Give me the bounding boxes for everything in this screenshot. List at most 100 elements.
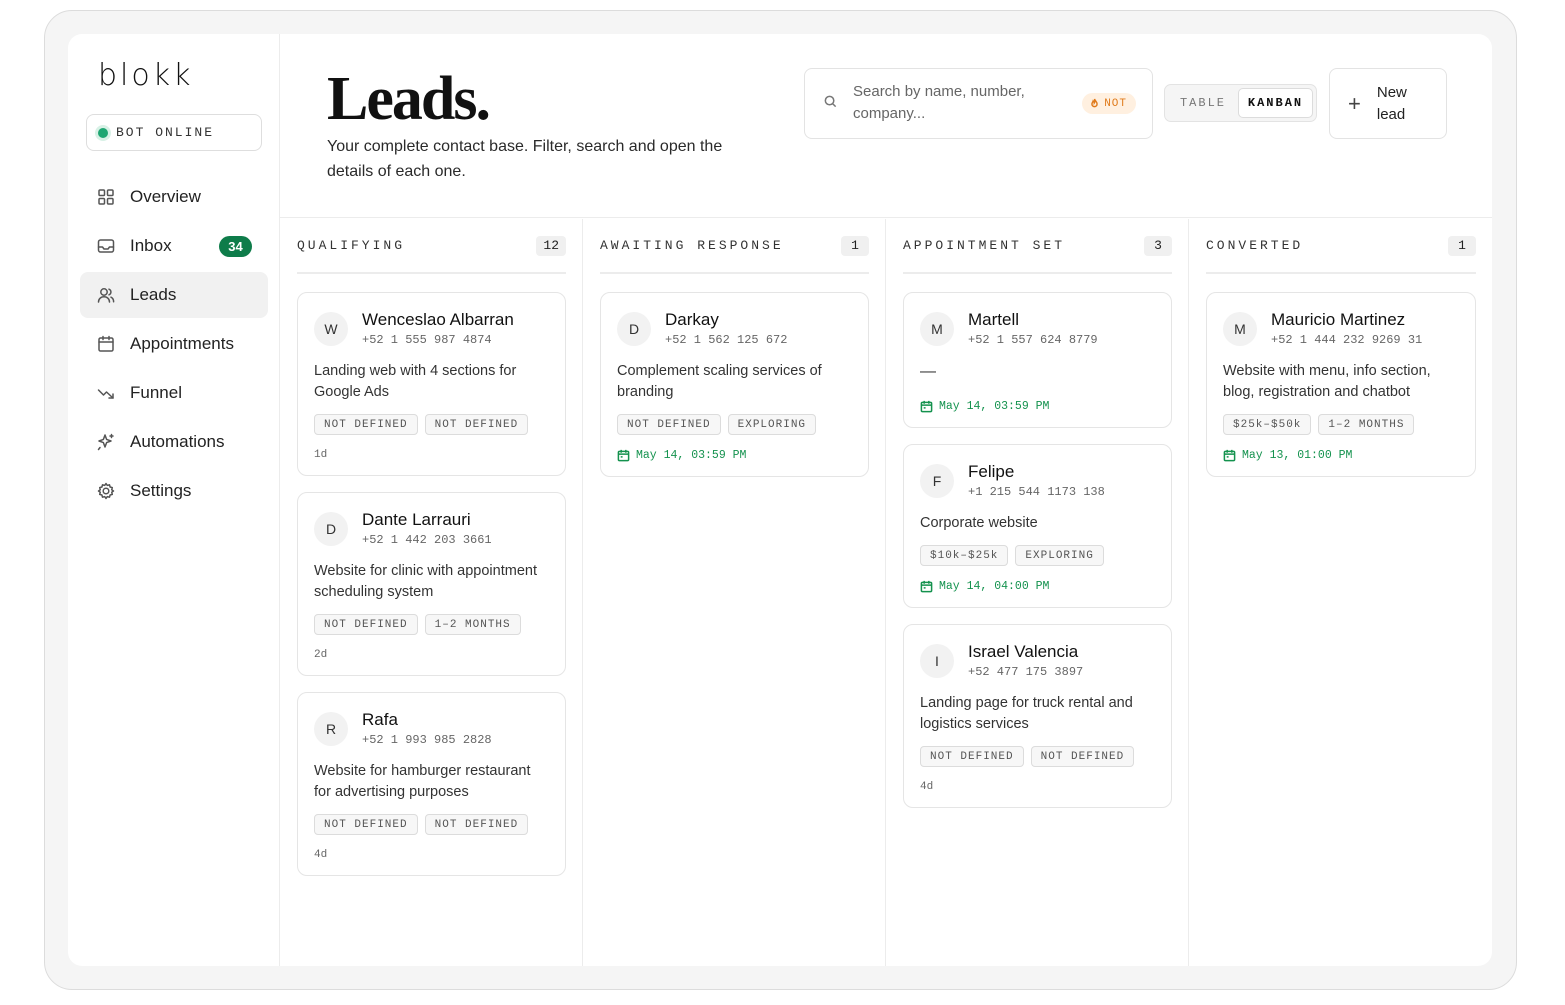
grid-icon bbox=[96, 187, 116, 207]
lead-tag: EXPLORING bbox=[727, 414, 817, 435]
lead-description: Landing page for truck rental and logist… bbox=[920, 695, 1133, 732]
column-awaiting-response: AWAITING RESPONSE 1 D Darkay +52 1 562 125 6… bbox=[583, 219, 886, 966]
new-lead-button[interactable]: + New lead bbox=[1329, 68, 1447, 139]
avatar: D bbox=[617, 312, 651, 346]
lead-description: Website with menu, info section, blog, r… bbox=[1223, 363, 1431, 400]
lead-description: Website for hamburger restaurant for adv… bbox=[314, 763, 531, 800]
lead-tag: $25k–$50k bbox=[1223, 414, 1312, 435]
sidebar-item-appointments[interactable]: Appointments bbox=[80, 321, 268, 367]
page-title: Leads. bbox=[327, 65, 491, 133]
sidebar-item-settings[interactable]: Settings bbox=[80, 468, 268, 514]
lead-age: 1d bbox=[314, 449, 328, 461]
lead-name: Felipe bbox=[968, 462, 1015, 481]
lead-card-header: W Wenceslao Albarran +52 1 555 987 4874 bbox=[314, 310, 549, 347]
appointment-date: May 14, 03:59 PM bbox=[617, 449, 852, 462]
bot-status-indicator: BOT ONLINE bbox=[86, 114, 262, 151]
lead-card-header: M Martell +52 1 557 624 8779 bbox=[920, 310, 1155, 347]
appointment-date-label: May 13, 01:00 PM bbox=[1242, 449, 1353, 462]
search-input[interactable] bbox=[853, 80, 1063, 127]
view-toggle: TABLE KANBAN bbox=[1164, 84, 1317, 122]
lead-tag: NOT DEFINED bbox=[920, 746, 1024, 767]
hot-filter-chip[interactable]: NOT bbox=[1082, 93, 1136, 114]
lead-tag: NOT DEFINED bbox=[424, 814, 529, 835]
lead-card-header: D Darkay +52 1 562 125 672 bbox=[617, 310, 852, 347]
lead-description: Landing web with 4 sections for Google A… bbox=[314, 363, 517, 400]
lead-card[interactable]: R Rafa +52 1 993 985 2828 Website for hambu… bbox=[297, 692, 566, 876]
page-subtitle: Your complete contact base. Filter, sear… bbox=[327, 138, 723, 180]
sidebar-item-label: Leads bbox=[130, 285, 177, 304]
lead-card[interactable]: D Dante Larrauri +52 1 442 203 3661 Website… bbox=[297, 492, 566, 676]
lead-age: 4d bbox=[314, 849, 328, 861]
page-header: Leads. Your complete contact base. Filte… bbox=[280, 34, 1492, 218]
calendar-icon bbox=[920, 400, 933, 413]
view-table-button[interactable]: TABLE bbox=[1168, 88, 1238, 118]
lead-card[interactable]: F Felipe +1 215 544 1173 138 Corporate webs… bbox=[903, 444, 1172, 608]
sidebar-item-label: Funnel bbox=[130, 383, 182, 402]
lead-phone: +52 1 993 985 2828 bbox=[362, 733, 492, 747]
lead-tags: NOT DEFINED NOT DEFINED bbox=[920, 746, 1155, 767]
column-title: CONVERTED bbox=[1206, 238, 1304, 253]
search-box[interactable]: NOT bbox=[804, 68, 1153, 139]
calendar-icon bbox=[1223, 449, 1236, 462]
lead-phone: +52 1 555 987 4874 bbox=[362, 333, 492, 347]
bot-status-label: BOT ONLINE bbox=[116, 125, 215, 140]
lead-age: 4d bbox=[920, 781, 934, 793]
main-content: Leads. Your complete contact base. Filte… bbox=[280, 34, 1492, 966]
lead-phone: +52 1 444 232 9269 31 bbox=[1271, 333, 1423, 347]
sidebar-item-overview[interactable]: Overview bbox=[80, 174, 268, 220]
lead-tags: NOT DEFINED NOT DEFINED bbox=[314, 814, 549, 835]
column-converted: CONVERTED 1 M Mauricio Martinez +52 1 444 23… bbox=[1189, 219, 1492, 966]
lead-description: — bbox=[920, 363, 936, 380]
avatar: W bbox=[314, 312, 348, 346]
sidebar-item-leads[interactable]: Leads bbox=[80, 272, 268, 318]
sidebar-item-inbox[interactable]: Inbox 34 bbox=[80, 223, 268, 269]
lead-description: Website for clinic with appointment sche… bbox=[314, 563, 537, 600]
lead-card[interactable]: I Israel Valencia +52 477 175 3897 Landing … bbox=[903, 624, 1172, 808]
sidebar-item-funnel[interactable]: Funnel bbox=[80, 370, 268, 416]
avatar: M bbox=[1223, 312, 1257, 346]
column-header: QUALIFYING 12 bbox=[297, 219, 566, 274]
hot-filter-label: NOT bbox=[1104, 97, 1127, 110]
lead-name: Israel Valencia bbox=[968, 642, 1079, 661]
column-appointment-set: APPOINTMENT SET 3 M Martell +52 1 557 624 87… bbox=[886, 219, 1189, 966]
lead-phone: +52 1 442 203 3661 bbox=[362, 533, 492, 547]
appointment-date: May 14, 04:00 PM bbox=[920, 580, 1155, 593]
column-title: AWAITING RESPONSE bbox=[600, 238, 784, 253]
lead-tag: NOT DEFINED bbox=[617, 414, 721, 435]
lead-tag: 1–2 MONTHS bbox=[1318, 414, 1415, 435]
search-icon bbox=[823, 94, 838, 114]
app-window: blokk BOT ONLINE Overview Inbox 34 Leads… bbox=[68, 34, 1492, 966]
sparkle-icon bbox=[96, 432, 116, 452]
column-title: QUALIFYING bbox=[297, 238, 406, 253]
lead-tag: $10k–$25k bbox=[920, 545, 1009, 566]
lead-tag: NOT DEFINED bbox=[314, 814, 418, 835]
lead-card-header: F Felipe +1 215 544 1173 138 bbox=[920, 462, 1155, 499]
column-qualifying: QUALIFYING 12 W Wenceslao Albarran +52 1 555… bbox=[280, 219, 583, 966]
gear-icon bbox=[96, 481, 116, 501]
lead-tags: NOT DEFINED 1–2 MONTHS bbox=[314, 614, 549, 635]
appointment-date-label: May 14, 03:59 PM bbox=[636, 449, 747, 462]
column-count: 1 bbox=[1448, 235, 1476, 256]
brand-logo: blokk bbox=[98, 58, 194, 93]
lead-tags: NOT DEFINED NOT DEFINED bbox=[314, 414, 549, 435]
lead-card[interactable]: D Darkay +52 1 562 125 672 Complement scali… bbox=[600, 292, 869, 477]
trend-down-icon bbox=[96, 383, 116, 403]
lead-phone: +1 215 544 1173 138 bbox=[968, 485, 1105, 499]
sidebar-item-label: Overview bbox=[130, 187, 201, 206]
view-kanban-button[interactable]: KANBAN bbox=[1238, 88, 1313, 118]
sidebar-item-label: Appointments bbox=[130, 334, 234, 353]
flame-icon bbox=[1091, 98, 1098, 108]
lead-phone: +52 477 175 3897 bbox=[968, 665, 1084, 679]
lead-name: Martell bbox=[968, 310, 1020, 329]
avatar: D bbox=[314, 512, 348, 546]
lead-name: Rafa bbox=[362, 710, 398, 729]
sidebar-item-automations[interactable]: Automations bbox=[80, 419, 268, 465]
lead-tags: $25k–$50k 1–2 MONTHS bbox=[1223, 414, 1459, 435]
plus-icon: + bbox=[1348, 90, 1361, 116]
lead-card-header: D Dante Larrauri +52 1 442 203 3661 bbox=[314, 510, 549, 547]
column-count: 3 bbox=[1144, 235, 1172, 256]
lead-card[interactable]: M Mauricio Martinez +52 1 444 232 9269 31 W… bbox=[1206, 292, 1476, 477]
lead-card[interactable]: M Martell +52 1 557 624 8779 — May 14, 03:59… bbox=[903, 292, 1172, 428]
avatar: R bbox=[314, 712, 348, 746]
lead-card[interactable]: W Wenceslao Albarran +52 1 555 987 4874 Lan… bbox=[297, 292, 566, 476]
